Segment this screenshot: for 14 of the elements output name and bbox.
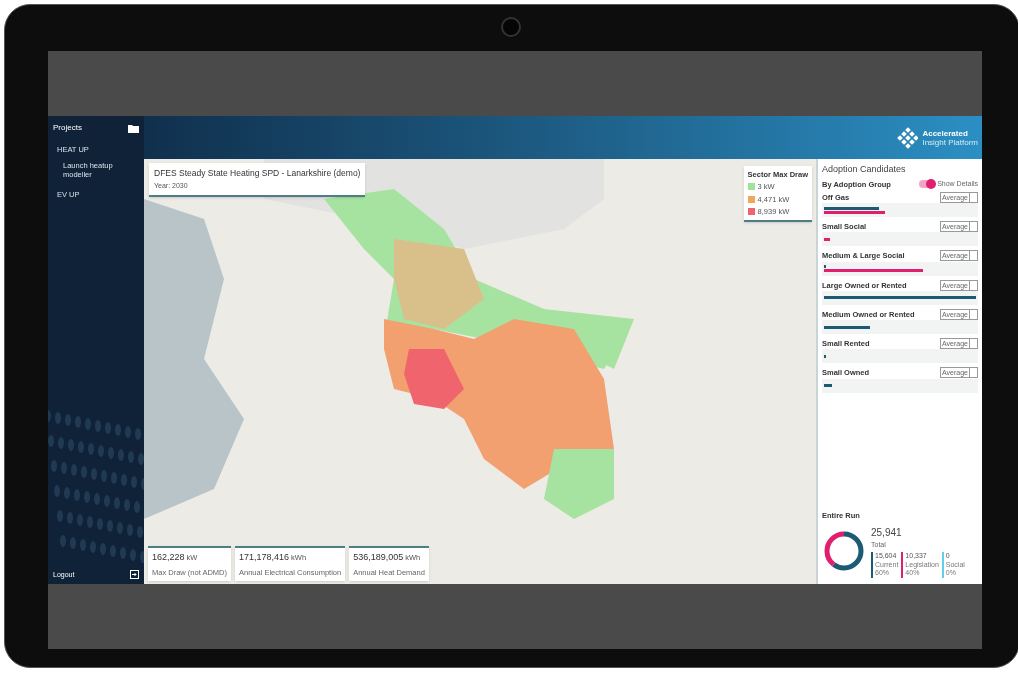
total-value: 25,941 [871, 525, 903, 540]
panel-title: Adoption Candidates [822, 163, 907, 176]
stat-value: 162,228 [152, 551, 185, 565]
brand-tagline: Insight Platform [922, 137, 978, 147]
show-details-toggle[interactable] [919, 180, 936, 189]
logo-icon [896, 126, 919, 149]
map-title: DFES Steady State Heating SPD - Lanarkshire (demo) [154, 167, 361, 180]
sidebar-title: Projects [53, 122, 82, 134]
stat-value: 536,189,005 [353, 551, 404, 565]
logout-icon[interactable] [130, 570, 139, 580]
brand-name: Accelerated [922, 128, 969, 138]
stat-value: 171,178,416 [239, 551, 290, 565]
folder-icon[interactable] [128, 123, 139, 133]
camera-icon [501, 17, 521, 37]
